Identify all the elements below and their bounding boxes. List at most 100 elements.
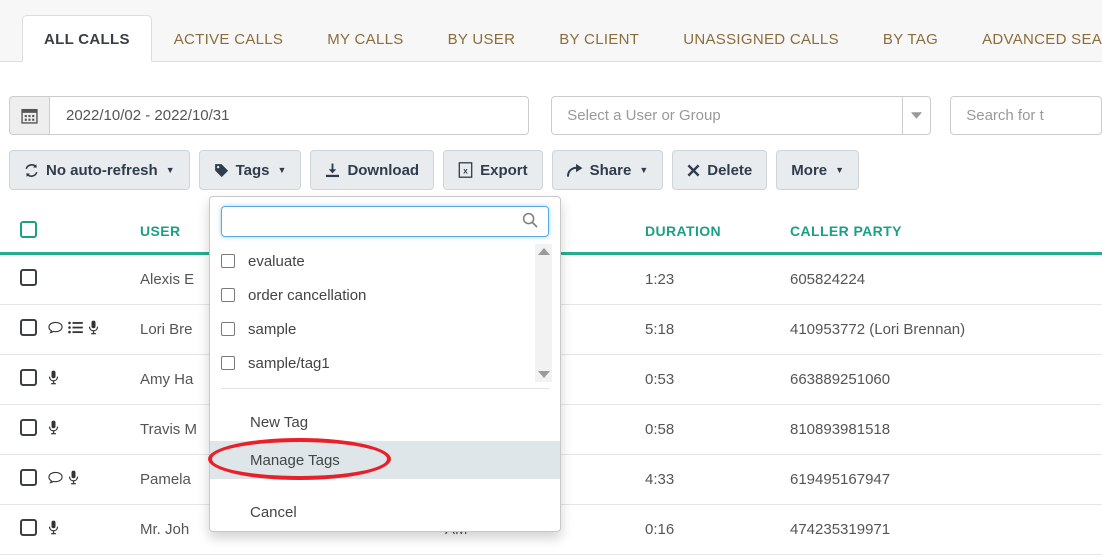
select-all-checkbox[interactable] (0, 221, 48, 241)
tab-bar: ALL CALLS ACTIVE CALLS MY CALLS BY USER … (0, 0, 1102, 62)
no-auto-refresh-button[interactable]: No auto-refresh ▼ (9, 150, 190, 190)
tab-by-tag[interactable]: BY TAG (861, 15, 960, 62)
scroll-down-arrow-icon[interactable] (537, 371, 550, 378)
calendar-icon[interactable] (9, 96, 49, 135)
tag-list-scrollbar[interactable] (535, 244, 552, 382)
tag-option[interactable]: sample/tag1 (221, 346, 560, 380)
tab-label: MY CALLS (327, 31, 404, 48)
action-toolbar: No auto-refresh ▼ Tags ▼ Download x Expo… (9, 150, 860, 190)
cell-caller-party: 474235319971 (790, 521, 891, 538)
microphone-icon[interactable] (68, 470, 79, 489)
tag-checkbox[interactable] (221, 356, 235, 370)
cancel-menu-item[interactable]: Cancel (210, 493, 560, 531)
user-group-select[interactable]: Select a User or Group (551, 96, 932, 135)
user-group-placeholder: Select a User or Group (567, 107, 721, 124)
caret-down-icon: ▼ (835, 165, 845, 175)
cell-duration: 4:33 (645, 471, 675, 488)
tab-label: ACTIVE CALLS (173, 31, 284, 48)
svg-text:x: x (463, 166, 468, 175)
tag-option[interactable]: evaluate (221, 244, 560, 278)
cell-caller-party: 605824224 (790, 271, 866, 288)
button-label: Export (480, 161, 528, 179)
cell-duration: 5:18 (645, 321, 675, 338)
cell-duration: 0:58 (645, 421, 675, 438)
row-icons (48, 320, 140, 339)
tag-label: order cancellation (248, 286, 367, 304)
tags-button[interactable]: Tags ▼ (198, 150, 302, 190)
tab-by-user[interactable]: BY USER (426, 15, 538, 62)
tab-unassigned-calls[interactable]: UNASSIGNED CALLS (661, 15, 861, 62)
tab-advanced-search[interactable]: ADVANCED SEARCH (960, 15, 1102, 62)
tag-search-input[interactable] (221, 206, 549, 237)
tag-checkbox[interactable] (221, 322, 235, 336)
close-x-icon (687, 164, 700, 177)
menu-item-label: Manage Tags (250, 451, 340, 469)
date-range-picker[interactable]: 2022/10/02 - 2022/10/31 (9, 96, 530, 135)
dropdown-spacer (210, 479, 560, 493)
row-checkbox[interactable] (0, 319, 48, 340)
cell-caller-party: 410953772 (Lori Brennan) (790, 321, 966, 338)
search-input[interactable]: Search for t (950, 96, 1102, 135)
date-range-input[interactable]: 2022/10/02 - 2022/10/31 (49, 96, 530, 135)
comment-icon[interactable] (48, 471, 63, 489)
menu-item-label: Cancel (250, 503, 297, 521)
tab-active-calls[interactable]: ACTIVE CALLS (152, 15, 305, 62)
more-button[interactable]: More ▼ (776, 150, 860, 190)
tag-option[interactable]: order cancellation (221, 278, 560, 312)
column-header-duration[interactable]: DURATION (645, 223, 790, 239)
button-label: Delete (707, 161, 753, 179)
tag-search-wrapper (210, 197, 560, 244)
cell-duration: 0:53 (645, 371, 675, 388)
cell-caller-party: 663889251060 (790, 371, 891, 388)
tag-checkbox[interactable] (221, 254, 235, 268)
list-icon[interactable] (68, 321, 83, 338)
scroll-up-arrow-icon[interactable] (537, 248, 550, 255)
row-icons (48, 520, 140, 539)
row-checkbox[interactable] (0, 419, 48, 440)
share-button[interactable]: Share ▼ (551, 150, 664, 190)
tab-label: BY CLIENT (559, 31, 640, 48)
button-label: Tags (235, 161, 270, 179)
cell-caller-party: 810893981518 (790, 421, 891, 438)
download-button[interactable]: Download (310, 150, 435, 190)
tab-my-calls[interactable]: MY CALLS (305, 15, 425, 62)
button-label: More (791, 161, 828, 179)
delete-button[interactable]: Delete (672, 150, 768, 190)
row-icons (48, 420, 140, 439)
microphone-icon[interactable] (48, 420, 59, 439)
tag-checkbox-list: evaluate order cancellation sample sampl… (210, 244, 560, 382)
tag-option[interactable]: sample (221, 312, 560, 346)
caret-down-icon: ▼ (639, 165, 649, 175)
tab-all-calls[interactable]: ALL CALLS (22, 15, 152, 62)
row-checkbox[interactable] (0, 269, 48, 290)
tag-icon (214, 163, 229, 178)
column-header-caller-party[interactable]: CALLER PARTY (790, 223, 1102, 239)
row-icons (48, 370, 140, 389)
share-icon (566, 163, 583, 178)
tag-checkbox[interactable] (221, 288, 235, 302)
filter-row: 2022/10/02 - 2022/10/31 Select a User or… (0, 96, 1102, 140)
tag-label: sample (248, 320, 297, 338)
dropdown-spacer (210, 389, 560, 403)
row-icons (48, 470, 140, 489)
tags-dropdown-menu: evaluate order cancellation sample sampl… (209, 196, 561, 532)
microphone-icon[interactable] (48, 370, 59, 389)
tag-label: evaluate (248, 252, 305, 270)
row-checkbox[interactable] (0, 369, 48, 390)
export-button[interactable]: x Export (443, 150, 543, 190)
microphone-icon[interactable] (88, 320, 99, 339)
manage-tags-menu-item[interactable]: Manage Tags (210, 441, 560, 479)
caret-down-icon: ▼ (277, 165, 287, 175)
button-label: Share (589, 161, 632, 179)
tab-label: ADVANCED SEARCH (982, 31, 1102, 48)
new-tag-menu-item[interactable]: New Tag (210, 403, 560, 441)
row-checkbox[interactable] (0, 519, 48, 540)
chevron-down-icon[interactable] (902, 97, 930, 134)
button-label: Download (347, 161, 420, 179)
microphone-icon[interactable] (48, 520, 59, 539)
row-checkbox[interactable] (0, 469, 48, 490)
comment-icon[interactable] (48, 321, 63, 339)
tab-label: ALL CALLS (44, 31, 130, 48)
tab-by-client[interactable]: BY CLIENT (537, 15, 661, 62)
tab-label: UNASSIGNED CALLS (683, 31, 839, 48)
